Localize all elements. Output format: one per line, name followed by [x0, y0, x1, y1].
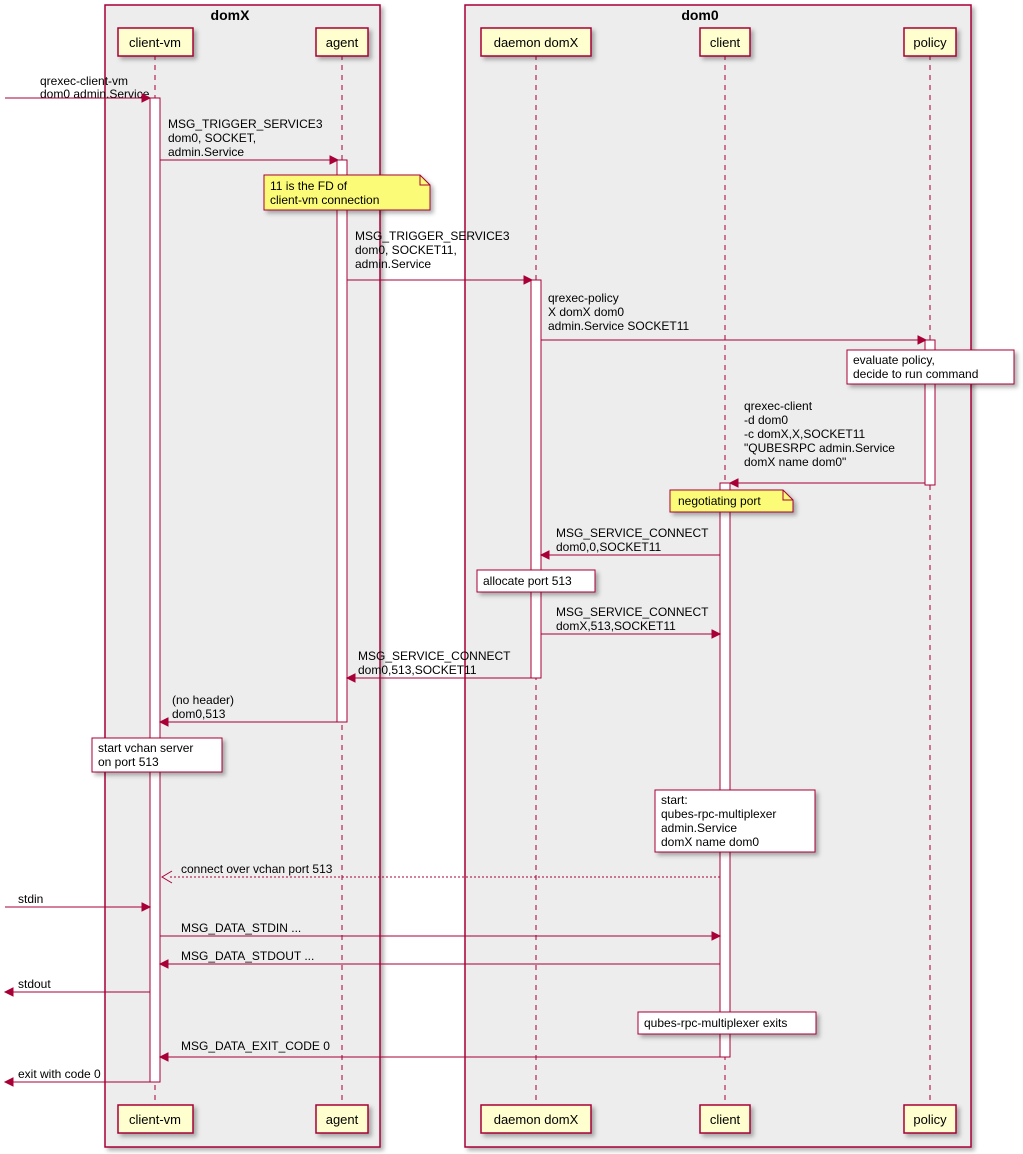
svg-text:admin.Service: admin.Service — [661, 821, 737, 835]
svg-text:admin.Service: admin.Service — [355, 257, 431, 271]
activation-clientvm — [150, 98, 160, 1082]
svg-text:dom0,513,SOCKET11: dom0,513,SOCKET11 — [358, 663, 477, 677]
box-domX-title: domX — [211, 7, 251, 23]
svg-text:allocate port 513: allocate port 513 — [483, 574, 572, 588]
svg-text:stdin: stdin — [18, 892, 43, 906]
svg-text:daemon domX: daemon domX — [494, 1112, 579, 1127]
svg-text:start:: start: — [661, 793, 688, 807]
svg-text:exit with code 0: exit with code 0 — [18, 1067, 101, 1081]
svg-text:domX name dom0": domX name dom0" — [744, 455, 846, 469]
svg-text:MSG_SERVICE_CONNECT: MSG_SERVICE_CONNECT — [358, 649, 511, 663]
svg-text:qrexec-policy: qrexec-policy — [548, 291, 619, 305]
svg-text:qrexec-client: qrexec-client — [744, 399, 813, 413]
svg-text:connect over vchan port 513: connect over vchan port 513 — [181, 862, 333, 876]
svg-text:stdout: stdout — [18, 977, 51, 991]
svg-text:-d dom0: -d dom0 — [744, 413, 788, 427]
svg-text:dom0,513: dom0,513 — [172, 707, 226, 721]
svg-text:admin.Service: admin.Service — [168, 145, 244, 159]
svg-text:qubes-rpc-multiplexer exits: qubes-rpc-multiplexer exits — [644, 1016, 787, 1030]
svg-text:MSG_SERVICE_CONNECT: MSG_SERVICE_CONNECT — [556, 605, 709, 619]
activation-agent — [337, 160, 347, 722]
svg-text:client: client — [710, 35, 741, 50]
activation-client — [720, 483, 730, 1057]
svg-text:qrexec-client-vm: qrexec-client-vm — [40, 74, 128, 88]
svg-text:start vchan server: start vchan server — [98, 741, 193, 755]
svg-text:dom0, SOCKET,: dom0, SOCKET, — [168, 131, 256, 145]
svg-text:domX,513,SOCKET11: domX,513,SOCKET11 — [556, 619, 676, 633]
svg-text:domX name dom0: domX name dom0 — [661, 835, 759, 849]
svg-text:11 is the FD of: 11 is the FD of — [270, 179, 348, 193]
svg-text:qubes-rpc-multiplexer: qubes-rpc-multiplexer — [661, 807, 776, 821]
svg-text:"QUBESRPC admin.Service: "QUBESRPC admin.Service — [744, 441, 895, 455]
svg-text:(no header): (no header) — [172, 693, 234, 707]
note-fd-11: 11 is the FD of client-vm connection — [264, 175, 430, 210]
box-dom0-title: dom0 — [681, 7, 719, 23]
note-evaluate-policy: evaluate policy, decide to run command — [847, 350, 1014, 384]
svg-text:on port 513: on port 513 — [98, 755, 159, 769]
svg-text:client-vm: client-vm — [129, 1112, 181, 1127]
svg-text:MSG_DATA_STDOUT ...: MSG_DATA_STDOUT ... — [181, 949, 314, 963]
svg-text:agent: agent — [326, 35, 359, 50]
svg-text:client-vm: client-vm — [129, 35, 181, 50]
svg-text:MSG_SERVICE_CONNECT: MSG_SERVICE_CONNECT — [556, 526, 709, 540]
svg-text:MSG_DATA_STDIN ...: MSG_DATA_STDIN ... — [181, 921, 301, 935]
note-multiplexer-exits: qubes-rpc-multiplexer exits — [638, 1012, 816, 1034]
svg-text:admin.Service SOCKET11: admin.Service SOCKET11 — [548, 319, 689, 333]
svg-text:X domX dom0: X domX dom0 — [548, 305, 624, 319]
svg-text:client: client — [710, 1112, 741, 1127]
note-negotiating-port: negotiating port — [670, 490, 793, 512]
svg-text:decide to run command: decide to run command — [853, 367, 978, 381]
svg-text:policy: policy — [913, 1112, 947, 1127]
svg-text:-c domX,X,SOCKET11: -c domX,X,SOCKET11 — [744, 427, 865, 441]
svg-text:client-vm connection: client-vm connection — [270, 193, 379, 207]
svg-text:MSG_TRIGGER_SERVICE3: MSG_TRIGGER_SERVICE3 — [355, 229, 510, 243]
svg-text:dom0 admin.Service: dom0 admin.Service — [40, 87, 150, 101]
note-start-multiplexer: start: qubes-rpc-multiplexer admin.Servi… — [655, 790, 815, 852]
svg-text:MSG_DATA_EXIT_CODE 0: MSG_DATA_EXIT_CODE 0 — [181, 1039, 330, 1053]
svg-text:dom0, SOCKET11,: dom0, SOCKET11, — [355, 243, 457, 257]
svg-text:policy: policy — [913, 35, 947, 50]
svg-text:MSG_TRIGGER_SERVICE3: MSG_TRIGGER_SERVICE3 — [168, 117, 323, 131]
svg-text:evaluate policy,: evaluate policy, — [853, 353, 935, 367]
svg-text:agent: agent — [326, 1112, 359, 1127]
activation-daemon — [531, 280, 541, 678]
note-start-vchan: start vchan server on port 513 — [92, 738, 222, 772]
svg-text:daemon domX: daemon domX — [494, 35, 579, 50]
note-allocate-port: allocate port 513 — [477, 570, 595, 592]
sequence-diagram: domX dom0 client-vm agent daemon domX cl… — [0, 0, 1023, 1154]
svg-text:negotiating port: negotiating port — [678, 494, 761, 508]
svg-text:dom0,0,SOCKET11: dom0,0,SOCKET11 — [556, 540, 661, 554]
